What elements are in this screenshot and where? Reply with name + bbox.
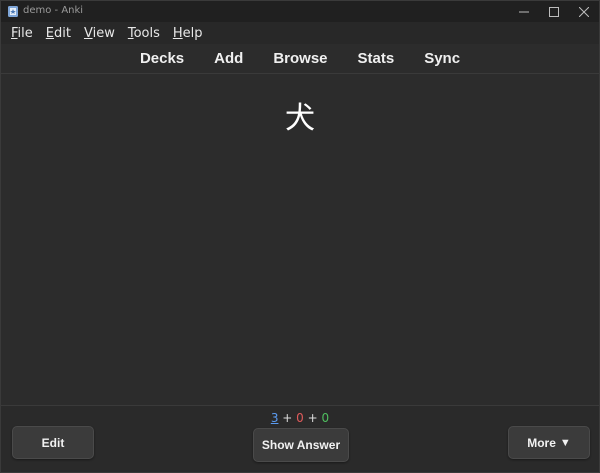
triangle-down-icon: ▼ (559, 436, 571, 449)
nav-stats[interactable]: Stats (358, 50, 395, 67)
close-icon[interactable] (569, 1, 599, 22)
card-front-text: 犬 (285, 101, 315, 136)
menu-bar: File Edit View Tools Help (1, 22, 599, 44)
more-button-label: More (527, 435, 556, 450)
nav-decks[interactable]: Decks (140, 50, 184, 67)
review-count: 0 (321, 411, 330, 425)
count-separator: + (282, 411, 293, 425)
menu-view[interactable]: View (84, 26, 115, 41)
new-count: 3 (270, 411, 279, 425)
due-counts: 3 + 0 + 0 (1, 411, 599, 425)
menu-edit[interactable]: Edit (46, 26, 71, 41)
card-area: 犬 (1, 75, 599, 405)
anki-window: demo - Anki File Edit View Tools Help De… (0, 0, 600, 473)
show-answer-button[interactable]: Show Answer (253, 428, 349, 462)
menu-file[interactable]: File (11, 26, 33, 41)
review-bottom-bar: 3 + 0 + 0 Edit Show Answer More ▼ (1, 405, 599, 472)
anki-app-icon (7, 5, 19, 18)
menu-help[interactable]: Help (173, 26, 203, 41)
show-answer-label: Show Answer (261, 438, 341, 452)
count-separator: + (307, 411, 318, 425)
more-button[interactable]: More ▼ (508, 426, 590, 459)
nav-sync[interactable]: Sync (424, 50, 460, 67)
learning-count: 0 (296, 411, 304, 425)
edit-button[interactable]: Edit (12, 426, 94, 459)
window-title: demo - Anki (23, 5, 84, 16)
main-toolbar: Decks Add Browse Stats Sync (1, 44, 599, 74)
nav-browse[interactable]: Browse (273, 50, 327, 67)
maximize-icon[interactable] (539, 1, 569, 22)
title-bar[interactable]: demo - Anki (1, 1, 599, 22)
menu-tools[interactable]: Tools (128, 26, 160, 41)
minimize-icon[interactable] (509, 1, 539, 22)
nav-add[interactable]: Add (214, 50, 243, 67)
edit-button-label: Edit (41, 435, 65, 450)
